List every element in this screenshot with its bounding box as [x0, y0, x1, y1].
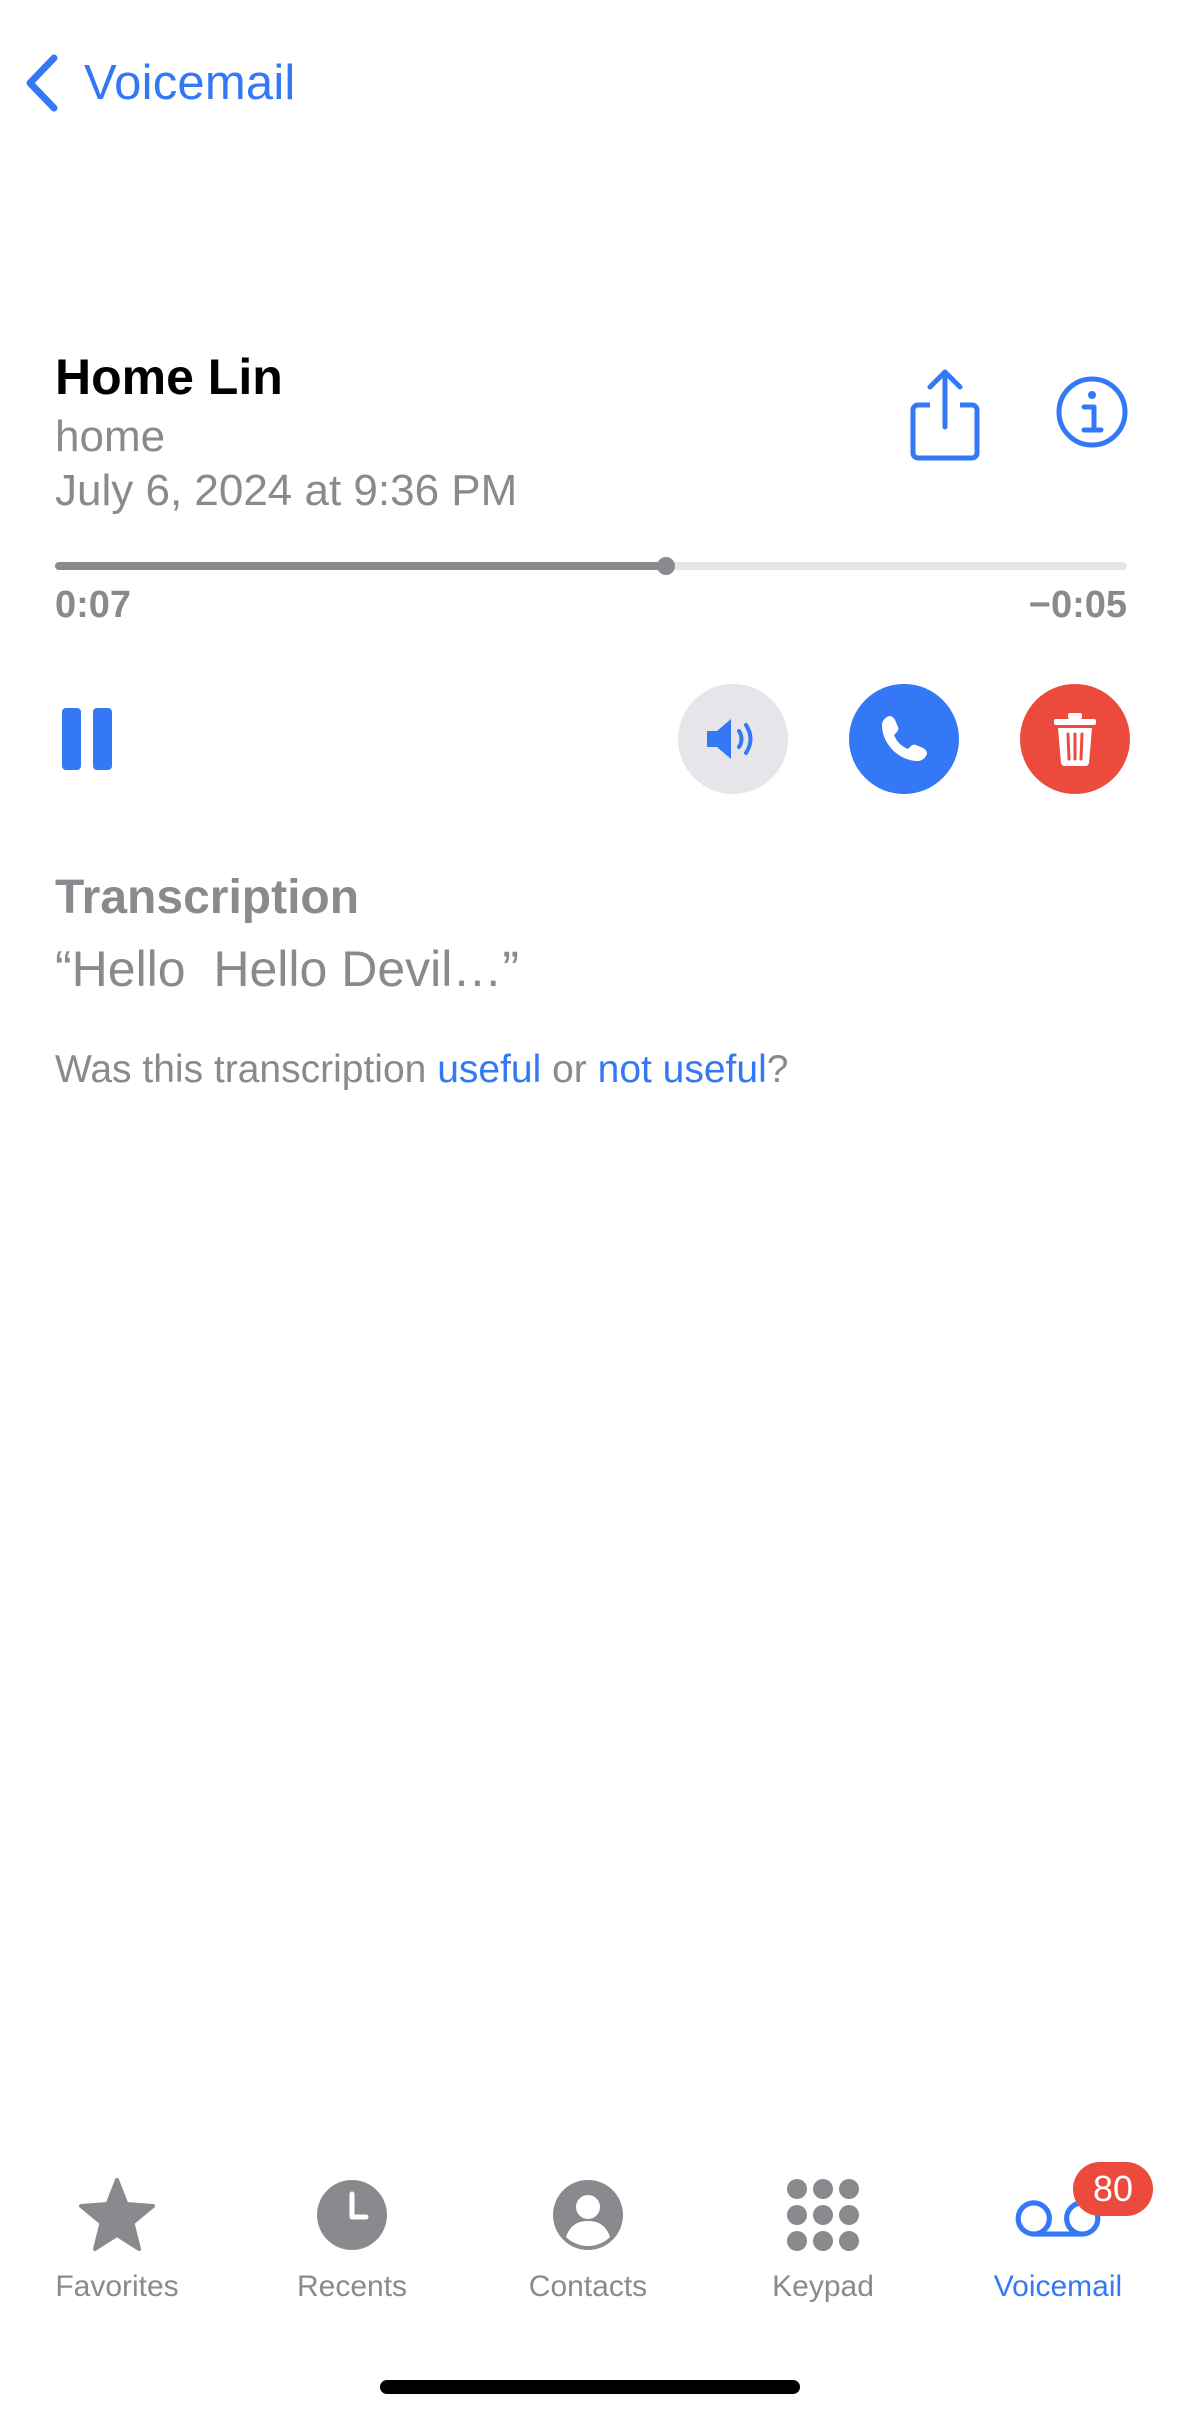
tab-favorites[interactable]: Favorites: [17, 2170, 217, 2304]
voicemail-icon: 80: [1013, 2162, 1153, 2260]
transcription-title: Transcription: [55, 871, 360, 924]
back-label: Voicemail: [84, 56, 296, 110]
tab-label: Voicemail: [993, 2270, 1123, 2303]
tab-recents[interactable]: Recents: [252, 2170, 452, 2304]
share-button[interactable]: [900, 365, 990, 465]
caller-label: home: [55, 412, 166, 461]
trash-icon: [1054, 713, 1096, 767]
back-button[interactable]: Voicemail: [22, 52, 296, 114]
pause-button[interactable]: [62, 708, 112, 770]
tab-bar: Favorites Recents Contacts Keypad 80 Voi…: [0, 2162, 1179, 2310]
transcription-text: “Hello Hello Devil…”: [55, 941, 519, 997]
feedback-suffix: ?: [766, 1048, 789, 1091]
info-icon: [1056, 376, 1128, 448]
speaker-button[interactable]: [678, 684, 788, 794]
tab-voicemail[interactable]: 80 Voicemail: [958, 2162, 1158, 2304]
home-indicator[interactable]: [380, 2380, 800, 2394]
scrubber-handle[interactable]: [657, 557, 676, 575]
tab-label: Recents: [296, 2270, 408, 2303]
useful-link[interactable]: useful: [437, 1048, 541, 1091]
phone-icon: [882, 716, 927, 761]
voicemail-count-badge: 80: [1073, 2162, 1153, 2216]
elapsed-time: 0:07: [55, 584, 132, 626]
delete-button[interactable]: [1020, 684, 1130, 794]
caller-name: Home Lin: [55, 349, 283, 405]
share-icon: [910, 369, 980, 461]
info-button[interactable]: [1055, 375, 1129, 449]
feedback-middle: or: [541, 1048, 598, 1091]
playback-progress: [55, 562, 667, 570]
keypad-icon: [778, 2170, 868, 2260]
chevron-left-icon: [26, 54, 58, 112]
clock-icon: [307, 2170, 397, 2260]
call-back-button[interactable]: [849, 684, 959, 794]
person-icon: [543, 2170, 633, 2260]
playback-scrubber[interactable]: [55, 557, 1127, 575]
feedback-prefix: Was this transcription: [55, 1048, 438, 1091]
remaining-time: −0:05: [1028, 584, 1127, 626]
tab-contacts[interactable]: Contacts: [488, 2170, 688, 2304]
tab-label: Contacts: [528, 2270, 648, 2303]
not-useful-link[interactable]: not useful: [598, 1048, 767, 1091]
tab-keypad[interactable]: Keypad: [723, 2170, 923, 2304]
voicemail-date: July 6, 2024 at 9:36 PM: [55, 466, 518, 515]
speaker-icon: [707, 719, 753, 759]
tab-label: Keypad: [772, 2270, 874, 2303]
star-icon: [72, 2170, 162, 2260]
transcription-feedback: Was this transcription useful or not use…: [55, 1048, 788, 1092]
tab-label: Favorites: [55, 2270, 179, 2303]
